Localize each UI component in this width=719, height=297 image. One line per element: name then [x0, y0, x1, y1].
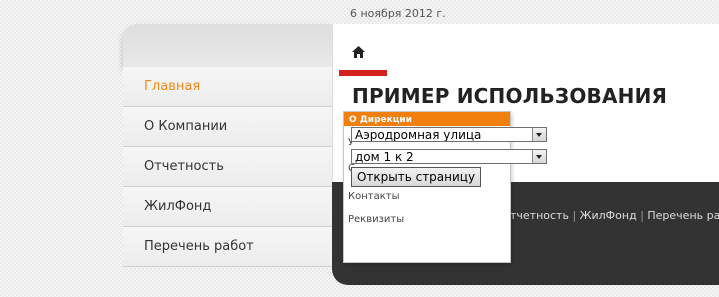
- open-page-button[interactable]: Открыть страницу: [351, 167, 481, 187]
- title-accent-bar: [339, 70, 387, 76]
- page-title: ПРИМЕР ИСПОЛЬЗОВАНИЯ: [352, 84, 668, 108]
- footer-separator: |: [572, 209, 580, 222]
- footer-link-reports[interactable]: тчетность: [510, 209, 569, 222]
- chevron-down-icon[interactable]: [532, 128, 546, 141]
- house-select-value: дом 1 к 2: [355, 150, 414, 164]
- street-select-value: Аэродромная улица: [355, 128, 482, 142]
- submenu-item-contacts[interactable]: Контакты: [348, 191, 399, 202]
- street-select[interactable]: Аэродромная улица: [351, 127, 547, 142]
- sidebar-nav: Главная О Компании Отчетность ЖилФонд Пе…: [123, 67, 333, 267]
- submenu-item-requisites[interactable]: Реквизиты: [348, 214, 404, 225]
- current-date: 6 ноября 2012 г.: [350, 7, 446, 20]
- sidebar-item-works-list[interactable]: Перечень работ: [123, 227, 333, 267]
- sidebar-item-reports[interactable]: Отчетность: [123, 147, 333, 187]
- footer-link-housing[interactable]: ЖилФонд: [580, 209, 637, 222]
- chevron-down-icon[interactable]: [532, 150, 546, 163]
- submenu-item-directorate[interactable]: О Дирекции: [344, 112, 510, 126]
- footer-link-works-list[interactable]: Перечень ра: [647, 209, 719, 222]
- sidebar-item-company[interactable]: О Компании: [123, 107, 333, 147]
- footer-links: тчетность | ЖилФонд | Перечень ра: [510, 209, 719, 222]
- sidebar-header: [123, 24, 333, 68]
- sidebar-item-housing[interactable]: ЖилФонд: [123, 187, 333, 227]
- sidebar-item-home[interactable]: Главная: [123, 67, 333, 107]
- house-select[interactable]: дом 1 к 2: [351, 149, 547, 164]
- home-icon[interactable]: [351, 45, 366, 59]
